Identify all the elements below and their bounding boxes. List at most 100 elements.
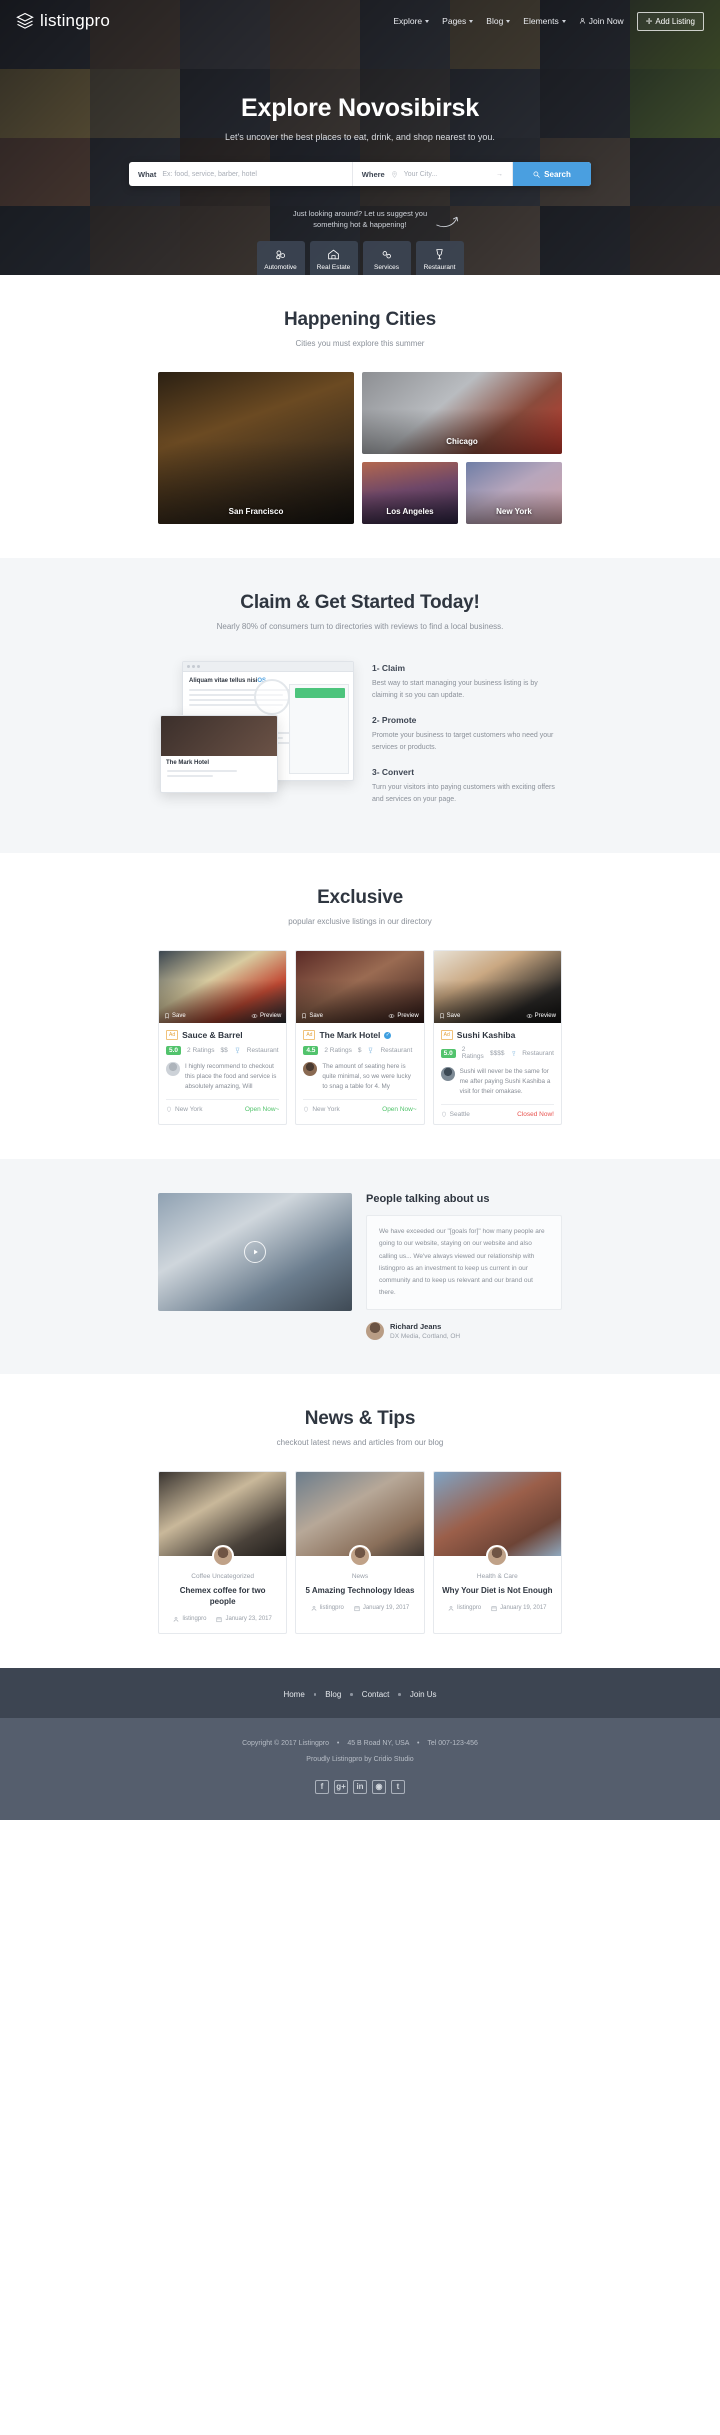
listing-category: Restaurant bbox=[522, 1049, 554, 1057]
ad-badge: Ad bbox=[440, 1030, 453, 1041]
listing-review: I highly recommend to checkout this plac… bbox=[185, 1063, 277, 1091]
news-author: listingpro bbox=[173, 1616, 206, 1623]
footer-link-home[interactable]: Home bbox=[283, 1690, 304, 1699]
listing-image: Save Preview bbox=[433, 951, 561, 1024]
reviewer-avatar bbox=[440, 1067, 455, 1082]
news-author-name: listingpro bbox=[319, 1605, 344, 1612]
news-card[interactable]: Coffee Uncategorized Chemex coffee for t… bbox=[158, 1470, 288, 1634]
listing-title[interactable]: The Mark Hotel bbox=[319, 1030, 380, 1040]
calendar-icon bbox=[491, 1606, 497, 1611]
nav-item-elements[interactable]: Elements bbox=[523, 16, 566, 26]
search-what-field[interactable]: What Ex: food, service, barber, hotel bbox=[129, 162, 353, 186]
claim-subtitle: Nearly 80% of consumers turn to director… bbox=[216, 622, 504, 631]
step-title: 3- Convert bbox=[372, 767, 415, 778]
tumblr-icon[interactable]: t bbox=[391, 1779, 405, 1794]
category-label: Services bbox=[374, 264, 399, 271]
reviewer-avatar bbox=[303, 1062, 318, 1077]
listing-status: Open Now~ bbox=[244, 1106, 280, 1114]
preview-label: Preview bbox=[534, 1013, 556, 1020]
news-date-text: January 19, 2017 bbox=[362, 1605, 410, 1612]
news-category[interactable]: News bbox=[304, 1573, 415, 1580]
linkedin-icon[interactable]: in bbox=[353, 1779, 367, 1794]
category-automotive[interactable]: Automotive bbox=[256, 240, 305, 275]
search-button[interactable]: Search bbox=[513, 162, 591, 186]
listing-card[interactable]: Save Preview Ad The Mark Hotel ✓ 4.5 2 R… bbox=[295, 950, 425, 1126]
step-description: Promote your business to target customer… bbox=[372, 732, 554, 751]
city-card-chicago[interactable]: Chicago bbox=[362, 372, 562, 454]
news-category[interactable]: Coffee Uncategorized bbox=[167, 1573, 278, 1580]
city-card-new-york[interactable]: New York bbox=[466, 462, 562, 524]
city-gradient bbox=[158, 372, 354, 524]
wine-glass-icon bbox=[436, 249, 443, 260]
listing-title[interactable]: Sushi Kashiba bbox=[457, 1030, 516, 1040]
play-icon[interactable] bbox=[244, 1241, 266, 1264]
separator-dot bbox=[350, 1693, 353, 1696]
play-triangle-icon bbox=[253, 1250, 258, 1255]
add-listing-button[interactable]: ✛ Add Listing bbox=[636, 11, 704, 31]
news-author-name: listingpro bbox=[182, 1616, 207, 1623]
preview-button[interactable]: Preview bbox=[526, 1013, 556, 1019]
nav-item-blog[interactable]: Blog bbox=[486, 16, 511, 26]
news-post-title[interactable]: Why Your Diet is Not Enough bbox=[442, 1585, 553, 1596]
search-what-label: What bbox=[138, 169, 157, 179]
city-card-los-angeles[interactable]: Los Angeles bbox=[362, 462, 458, 524]
exclusive-subtitle: popular exclusive listings in our direct… bbox=[288, 917, 432, 927]
claim-step-3: 3- Convert Turn your visitors into payin… bbox=[372, 767, 562, 805]
separator-dot bbox=[398, 1693, 401, 1696]
listing-category: Restaurant bbox=[380, 1047, 413, 1055]
avatar bbox=[348, 1544, 371, 1567]
chevron-down-icon bbox=[561, 19, 566, 23]
brand-logo[interactable]: listingpro bbox=[16, 11, 110, 31]
preview-button[interactable]: Preview bbox=[251, 1013, 281, 1019]
search-where-field[interactable]: Where Your City... → bbox=[353, 162, 513, 186]
news-card[interactable]: News 5 Amazing Technology Ideas listingp… bbox=[295, 1470, 425, 1634]
news-post-title[interactable]: Chemex coffee for two people bbox=[167, 1585, 278, 1607]
price-level: $ bbox=[357, 1047, 362, 1055]
city-card-san-francisco[interactable]: San Francisco bbox=[158, 372, 354, 524]
news-post-title[interactable]: 5 Amazing Technology Ideas bbox=[304, 1585, 415, 1596]
news-author: listingpro bbox=[448, 1605, 481, 1612]
footer-link-join-us[interactable]: Join Us bbox=[410, 1690, 437, 1699]
facebook-icon[interactable]: f bbox=[315, 1779, 329, 1794]
nav-item-pages[interactable]: Pages bbox=[442, 16, 474, 26]
google-plus-icon[interactable]: g+ bbox=[334, 1779, 348, 1794]
save-button[interactable]: Save bbox=[439, 1013, 460, 1019]
footer-link-blog[interactable]: Blog bbox=[325, 1690, 341, 1699]
listing-review: The amount of seating here is quite mini… bbox=[322, 1063, 411, 1091]
listing-image: Save Preview bbox=[296, 951, 424, 1024]
join-now-link[interactable]: Join Now bbox=[579, 16, 624, 26]
rating-badge: 4.5 bbox=[303, 1046, 319, 1056]
footer-bottom: Copyright © 2017 Listingpro • 45 B Road … bbox=[0, 1717, 720, 1820]
search-where-placeholder: Your City... bbox=[403, 170, 438, 178]
user-icon bbox=[311, 1605, 317, 1611]
save-button[interactable]: Save bbox=[301, 1013, 323, 1019]
category-real-estate[interactable]: Real Estate bbox=[309, 240, 358, 275]
price-level: $$$$ bbox=[490, 1049, 505, 1057]
testimonial-video-thumbnail[interactable] bbox=[158, 1193, 352, 1312]
listing-card[interactable]: Save Preview Ad Sushi Kashiba 5.0 2 Rati… bbox=[432, 950, 562, 1126]
nav-item-explore[interactable]: Explore bbox=[393, 16, 430, 26]
listing-title[interactable]: Sauce & Barrel bbox=[182, 1030, 242, 1040]
news-category[interactable]: Health & Care bbox=[442, 1573, 553, 1580]
verified-icon: ✓ bbox=[384, 1031, 392, 1039]
category-label: Real Estate bbox=[316, 264, 351, 271]
news-image bbox=[433, 1471, 561, 1567]
instagram-icon[interactable]: ◉ bbox=[372, 1779, 386, 1794]
user-icon bbox=[448, 1605, 454, 1611]
location-text: New York bbox=[175, 1106, 203, 1114]
claim-steps: 1- Claim Best way to start managing your… bbox=[372, 657, 562, 819]
exclusive-section: Exclusive popular exclusive listings in … bbox=[0, 853, 720, 1159]
category-restaurant[interactable]: Restaurant bbox=[415, 240, 464, 275]
listing-card[interactable]: Save Preview Ad Sauce & Barrel 5.0 2 Rat… bbox=[158, 950, 288, 1126]
ad-badge: Ad bbox=[303, 1030, 316, 1041]
landing-page: listingpro Explore Pages Blog Elements J… bbox=[0, 0, 720, 1820]
category-services[interactable]: Services bbox=[362, 240, 411, 275]
footer-link-contact[interactable]: Contact bbox=[362, 1690, 390, 1699]
social-links: f g+ in ◉ t bbox=[0, 1779, 720, 1794]
join-now-label: Join Now bbox=[588, 16, 624, 26]
news-date-text: January 23, 2017 bbox=[225, 1616, 272, 1623]
save-button[interactable]: Save bbox=[164, 1013, 186, 1019]
preview-button[interactable]: Preview bbox=[388, 1013, 419, 1020]
news-card[interactable]: Health & Care Why Your Diet is Not Enoug… bbox=[432, 1470, 562, 1634]
preview-label: Preview bbox=[397, 1013, 419, 1020]
